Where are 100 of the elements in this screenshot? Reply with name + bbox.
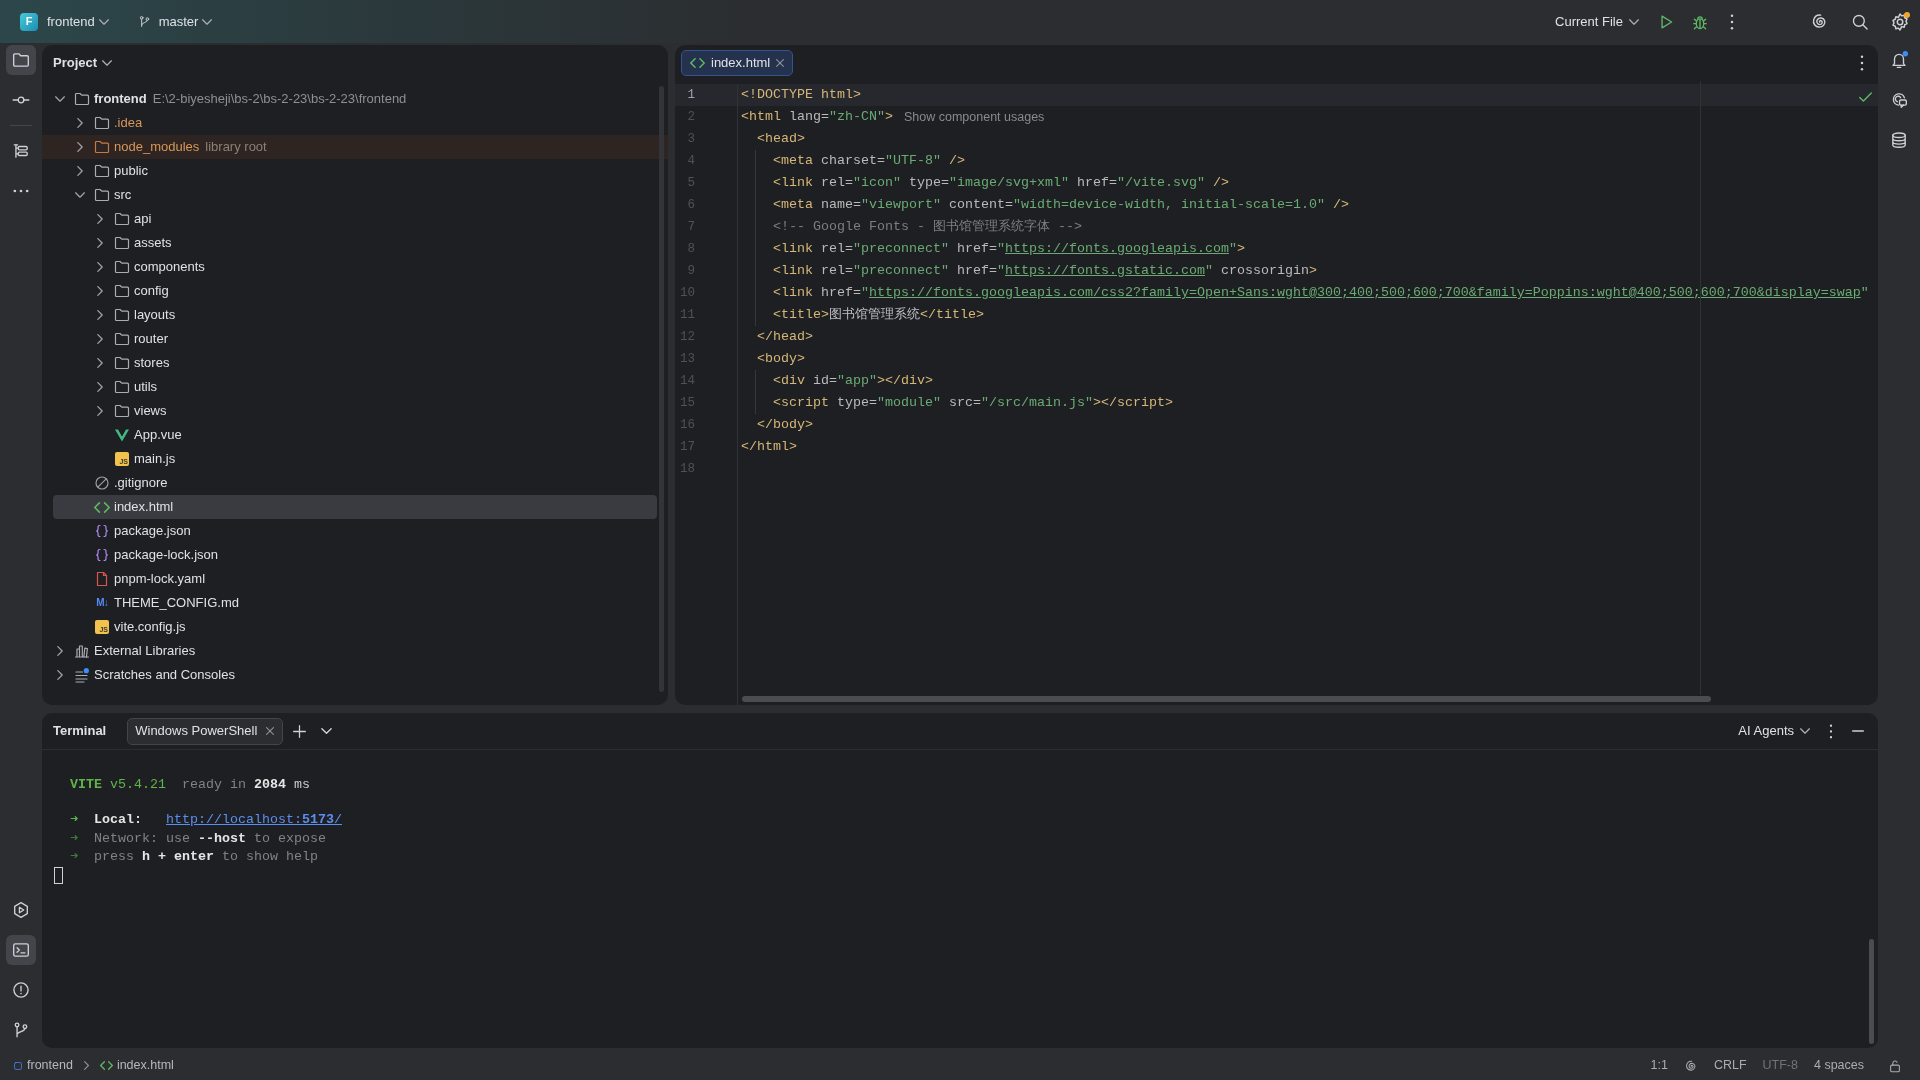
chevron-right-icon[interactable] bbox=[97, 238, 103, 248]
document-icon bbox=[94, 571, 110, 587]
code-line: </body> bbox=[757, 416, 813, 434]
chevron-down-icon[interactable] bbox=[75, 192, 85, 198]
folder-icon bbox=[114, 259, 130, 275]
tree-item[interactable]: External Libraries bbox=[53, 639, 657, 663]
tree-item[interactable]: .idea bbox=[53, 111, 657, 135]
tree-item[interactable]: node_modules library root bbox=[42, 135, 668, 159]
chevron-right-icon[interactable] bbox=[57, 670, 63, 680]
more-vertical-icon[interactable] bbox=[1730, 13, 1734, 30]
url-link[interactable]: http://localhost:5173/ bbox=[166, 812, 342, 827]
code-line: <html lang="zh-CN"> bbox=[741, 108, 893, 126]
url-link[interactable]: https://fonts.gstatic.com bbox=[1005, 263, 1205, 278]
tree-item[interactable]: layouts bbox=[53, 303, 657, 327]
breadcrumb[interactable]: frontend bbox=[13, 1056, 73, 1075]
breadcrumb[interactable]: index.html bbox=[99, 1056, 174, 1075]
chevron-down-icon[interactable] bbox=[321, 728, 333, 734]
chevron-right-icon[interactable] bbox=[77, 166, 83, 176]
tree-item[interactable]: router bbox=[53, 327, 657, 351]
chevron-down-icon bbox=[1629, 18, 1639, 25]
tree-item[interactable]: stores bbox=[53, 351, 657, 375]
more-vertical-icon[interactable] bbox=[1829, 723, 1833, 739]
folder-icon bbox=[94, 115, 110, 131]
tree-item[interactable]: frontend E:\2-biyesheji\bs-2\bs-2-23\bs-2-23\frontend bbox=[53, 87, 657, 111]
tree-item[interactable]: M↓ THEME_CONFIG.md bbox=[53, 591, 657, 615]
close-icon[interactable] bbox=[266, 727, 275, 735]
inlay-hint[interactable]: Show component usages bbox=[904, 107, 1045, 127]
tree-item[interactable]: utils bbox=[53, 375, 657, 399]
tree-item[interactable]: package-lock.json bbox=[53, 543, 657, 567]
scrollbar-thumb[interactable] bbox=[1869, 939, 1874, 1044]
view-mode-selector[interactable]: Project bbox=[53, 52, 113, 73]
v-shape-icon bbox=[114, 427, 130, 443]
chevron-right-icon[interactable] bbox=[57, 646, 63, 656]
close-icon[interactable] bbox=[776, 59, 785, 67]
structure-icon bbox=[12, 142, 30, 160]
branch-icon bbox=[12, 1021, 30, 1039]
chevron-down-icon bbox=[1800, 728, 1810, 734]
code-line: <link href="https://fonts.googleapis.com/css2?family=Open+Sans:wght@300;400;500;600;700&family=Poppins:wght@400;500;600;700&display=swap" bbox=[773, 284, 1869, 302]
tree-item[interactable]: public bbox=[53, 159, 657, 183]
editor-tab[interactable]: index.html bbox=[681, 50, 794, 76]
chevron-right-icon[interactable] bbox=[97, 358, 103, 368]
check-icon[interactable] bbox=[1859, 92, 1872, 102]
no-entry-icon bbox=[94, 475, 110, 491]
chevron-right-icon bbox=[83, 1061, 89, 1070]
scrollbar-thumb[interactable] bbox=[742, 696, 1711, 702]
tree-item[interactable]: assets bbox=[53, 231, 657, 255]
folder-icon bbox=[94, 139, 110, 155]
lock-icon[interactable] bbox=[1888, 1058, 1902, 1073]
tree-item[interactable]: index.html bbox=[53, 495, 657, 519]
code-line: <meta charset="UTF-8" /> bbox=[773, 152, 965, 170]
tool-window-button[interactable] bbox=[6, 45, 36, 75]
chevron-right-icon[interactable] bbox=[97, 382, 103, 392]
terminal-line: ➜ Network: use --host to expose bbox=[70, 829, 326, 848]
tree-item[interactable]: api bbox=[53, 207, 657, 231]
terminal-icon bbox=[12, 941, 30, 959]
terminal-tab[interactable]: Windows PowerShell bbox=[127, 717, 284, 745]
branch-switcher[interactable]: master bbox=[137, 11, 213, 32]
chevron-right-icon[interactable] bbox=[97, 214, 103, 224]
tree-item[interactable]: src bbox=[53, 183, 657, 207]
url-link[interactable]: https://fonts.googleapis.com/css2?family=Open+Sans:wght@300;400;500;600;700&family=Poppins:wght@400;500;600;700&display=swap bbox=[869, 285, 1861, 300]
tool-window-button[interactable] bbox=[6, 935, 36, 965]
chevron-right-icon[interactable] bbox=[97, 334, 103, 344]
code-line: <body> bbox=[757, 350, 805, 368]
status-item[interactable]: 1:1 bbox=[1650, 1056, 1668, 1075]
chevron-right-icon[interactable] bbox=[77, 118, 83, 128]
code-line: <link rel="preconnect" href="https://fonts.gstatic.com" crossorigin> bbox=[773, 262, 1317, 280]
project-switcher[interactable]: frontend bbox=[47, 11, 109, 32]
chevron-right-icon[interactable] bbox=[97, 286, 103, 296]
books-icon bbox=[74, 643, 90, 659]
more-vertical-icon[interactable] bbox=[1860, 55, 1864, 71]
tree-item[interactable]: Scratches and Consoles bbox=[53, 663, 657, 687]
chevron-right-icon[interactable] bbox=[97, 262, 103, 272]
folder-icon bbox=[94, 187, 110, 203]
play-hexagon-icon bbox=[12, 901, 30, 919]
status-item[interactable]: 4 spaces bbox=[1813, 1056, 1864, 1075]
project-icon: F bbox=[20, 12, 38, 31]
status-item[interactable]: CRLF bbox=[1713, 1056, 1747, 1075]
plus-icon[interactable] bbox=[293, 724, 307, 738]
chevron-down-icon[interactable] bbox=[55, 96, 65, 102]
url-link[interactable]: https://fonts.googleapis.com bbox=[1005, 241, 1229, 256]
tree-item[interactable]: pnpm-lock.yaml bbox=[53, 567, 657, 591]
tree-item[interactable]: .gitignore bbox=[53, 471, 657, 495]
chevron-right-icon[interactable] bbox=[77, 142, 83, 152]
panel-title: Terminal bbox=[53, 722, 107, 741]
settings-icon[interactable] bbox=[1890, 11, 1910, 32]
text-cursor bbox=[54, 866, 63, 884]
run-configuration-selector[interactable]: Current File bbox=[1555, 11, 1639, 32]
branch-icon bbox=[137, 15, 151, 28]
chevron-right-icon[interactable] bbox=[97, 406, 103, 416]
tree-item[interactable]: views bbox=[53, 399, 657, 423]
tree-item[interactable]: components bbox=[53, 255, 657, 279]
square-icon bbox=[13, 1060, 23, 1071]
agents-selector[interactable]: AI Agents bbox=[1738, 721, 1810, 741]
list-with-dot-icon bbox=[74, 667, 90, 683]
search-icon[interactable] bbox=[1851, 12, 1869, 31]
tree-item[interactable]: package.json bbox=[53, 519, 657, 543]
tree-item[interactable]: config bbox=[53, 279, 657, 303]
spiral-icon[interactable] bbox=[1683, 1058, 1698, 1073]
chevron-right-icon[interactable] bbox=[97, 310, 103, 320]
tree-item[interactable]: App.vue bbox=[53, 423, 657, 447]
